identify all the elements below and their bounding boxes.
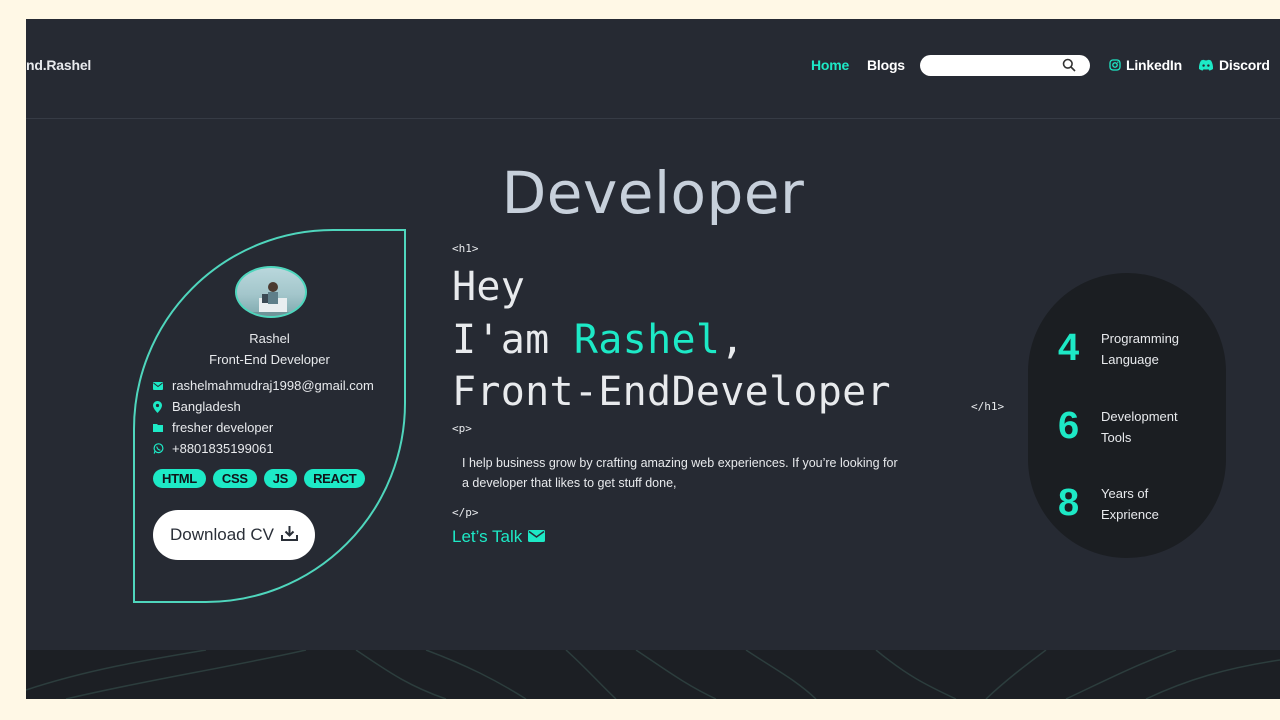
download-cv-button[interactable]: Download CV bbox=[153, 510, 315, 560]
stat-tools: 6 Development Tools bbox=[1058, 405, 1178, 448]
info-phone[interactable]: +8801835199061 bbox=[153, 441, 274, 456]
discord-icon bbox=[1198, 59, 1214, 71]
profile-name: Rashel bbox=[249, 331, 290, 346]
info-email[interactable]: rashelmahmudraj1998@gmail.com bbox=[153, 378, 374, 393]
avatar bbox=[235, 266, 307, 318]
h1-open-tag: <h1> bbox=[452, 242, 479, 255]
search-input[interactable] bbox=[932, 55, 1062, 76]
social-label-linkedin: LinkedIn bbox=[1126, 57, 1182, 73]
intro-line-role: Front-EndDeveloper bbox=[452, 369, 891, 415]
stat-label: Years of Exprience bbox=[1101, 485, 1159, 522]
h1-close-tag: </h1> bbox=[971, 400, 1005, 413]
profile-status: fresher developer bbox=[172, 420, 274, 435]
page-frame: nd.Rashel Home Blogs LinkedIn Discord De… bbox=[26, 19, 1280, 699]
instagram-icon bbox=[1109, 59, 1121, 71]
skill-tag-css: CSS bbox=[212, 469, 257, 488]
download-cv-label: Download CV bbox=[170, 525, 274, 544]
skill-tag-react: REACT bbox=[304, 469, 366, 488]
search-box bbox=[920, 55, 1090, 76]
lets-talk-label: Let’s Talk bbox=[452, 527, 523, 546]
navbar: nd.Rashel Home Blogs LinkedIn Discord bbox=[26, 19, 1280, 119]
stat-number: 8 bbox=[1058, 482, 1080, 524]
p-open-tag: <p> bbox=[452, 422, 472, 435]
stat-number: 4 bbox=[1058, 327, 1080, 369]
whatsapp-icon bbox=[153, 443, 167, 454]
intro-name-prefix: I'am bbox=[452, 317, 574, 363]
nav-link-home[interactable]: Home bbox=[811, 57, 849, 73]
stats-panel: 4 Programming Language 6 Development Tools… bbox=[1028, 273, 1226, 558]
skill-tag-html: HTML bbox=[153, 469, 206, 488]
skill-tags: HTML CSS JS REACT bbox=[153, 469, 366, 488]
decorative-footer-band bbox=[26, 650, 1280, 699]
folder-icon bbox=[153, 423, 167, 432]
intro-name-highlight: Rashel bbox=[573, 317, 721, 363]
map-pin-icon bbox=[153, 400, 167, 413]
stat-years: 8 Years of Exprience bbox=[1058, 482, 1159, 525]
intro-line-hey: Hey bbox=[452, 264, 526, 310]
skill-tag-js: JS bbox=[263, 469, 298, 488]
profile-phone: +8801835199061 bbox=[172, 441, 274, 456]
social-link-linkedin[interactable]: LinkedIn bbox=[1109, 57, 1182, 73]
lets-talk-link[interactable]: Let’s Talk bbox=[452, 527, 546, 547]
stat-programming: 4 Programming Language bbox=[1058, 327, 1179, 370]
envelope-icon bbox=[153, 381, 167, 390]
search-icon[interactable] bbox=[1062, 58, 1076, 77]
profile-role: Front-End Developer bbox=[209, 352, 330, 367]
info-status: fresher developer bbox=[153, 420, 273, 435]
hero-title: Developer bbox=[501, 159, 805, 227]
intro-paragraph: I help business grow by crafting amazing… bbox=[462, 456, 898, 490]
p-close-tag: </p> bbox=[452, 506, 479, 519]
intro-line-name: I'am Rashel, bbox=[452, 317, 745, 363]
download-icon bbox=[280, 525, 298, 546]
nav-link-blogs[interactable]: Blogs bbox=[867, 57, 905, 73]
profile-email: rashelmahmudraj1998@gmail.com bbox=[172, 378, 374, 393]
envelope-icon bbox=[528, 527, 546, 547]
intro-name-suffix: , bbox=[720, 317, 745, 363]
profile-card: Rashel Front-End Developer rashelmahmudr… bbox=[133, 229, 406, 603]
brand-logo-text[interactable]: nd.Rashel bbox=[26, 57, 91, 73]
info-location: Bangladesh bbox=[153, 399, 241, 414]
stat-label: Programming Language bbox=[1101, 330, 1180, 367]
stat-label: Development Tools bbox=[1101, 408, 1178, 445]
profile-location: Bangladesh bbox=[172, 399, 241, 414]
social-label-discord: Discord bbox=[1219, 57, 1270, 73]
stat-number: 6 bbox=[1058, 405, 1080, 447]
social-link-discord[interactable]: Discord bbox=[1198, 57, 1270, 73]
